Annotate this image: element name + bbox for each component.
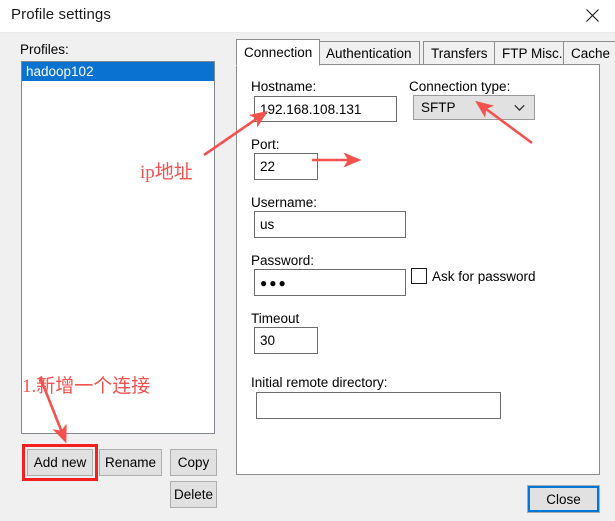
hostname-label: Hostname: [251, 79, 317, 94]
profiles-list[interactable]: hadoop102 [21, 61, 215, 434]
username-input[interactable]: us [254, 211, 406, 238]
initial-remote-directory-label: Initial remote directory: [251, 375, 388, 390]
connection-type-label: Connection type: [409, 79, 511, 94]
port-label: Port: [251, 137, 280, 152]
tab-cache[interactable]: Cache [563, 41, 615, 65]
rename-button[interactable]: Rename [99, 449, 162, 476]
delete-button[interactable]: Delete [170, 481, 217, 508]
tab-ftp-misc[interactable]: FTP Misc. [494, 41, 571, 65]
connection-type-select[interactable]: SFTP [413, 95, 535, 120]
chevron-down-icon [514, 104, 525, 111]
add-new-button[interactable]: Add new [27, 449, 93, 476]
hostname-input[interactable]: 192.168.108.131 [254, 96, 397, 122]
tab-authentication[interactable]: Authentication [318, 41, 420, 65]
timeout-label: Timeout [251, 311, 300, 326]
window-close-button[interactable] [569, 0, 615, 31]
password-label: Password: [251, 253, 315, 268]
profile-settings-dialog: Profile settings Profiles: hadoop102 Add… [0, 0, 615, 521]
checkbox-square-icon [411, 268, 427, 284]
close-button[interactable]: Close [527, 485, 600, 513]
list-item[interactable]: hadoop102 [22, 62, 214, 81]
copy-button[interactable]: Copy [170, 449, 217, 476]
password-input[interactable]: ●●● [254, 269, 406, 296]
close-x-icon [585, 9, 599, 22]
initial-remote-directory-input[interactable] [256, 392, 501, 419]
username-label: Username: [251, 195, 318, 210]
port-input[interactable]: 22 [254, 153, 318, 180]
window-title: Profile settings [11, 6, 111, 23]
tab-transfers[interactable]: Transfers [423, 41, 496, 65]
tab-strip: Connection Authentication Transfers FTP … [236, 39, 615, 66]
connection-tab-panel: Hostname: 192.168.108.131 Connection typ… [236, 64, 600, 475]
timeout-input[interactable]: 30 [254, 327, 318, 354]
tab-connection[interactable]: Connection [236, 39, 321, 66]
profiles-label: Profiles: [20, 42, 69, 57]
ask-for-password-checkbox[interactable]: Ask for password [411, 268, 536, 284]
ask-for-password-label: Ask for password [432, 268, 536, 284]
title-bar: Profile settings [0, 0, 615, 33]
connection-type-value: SFTP [421, 100, 456, 115]
